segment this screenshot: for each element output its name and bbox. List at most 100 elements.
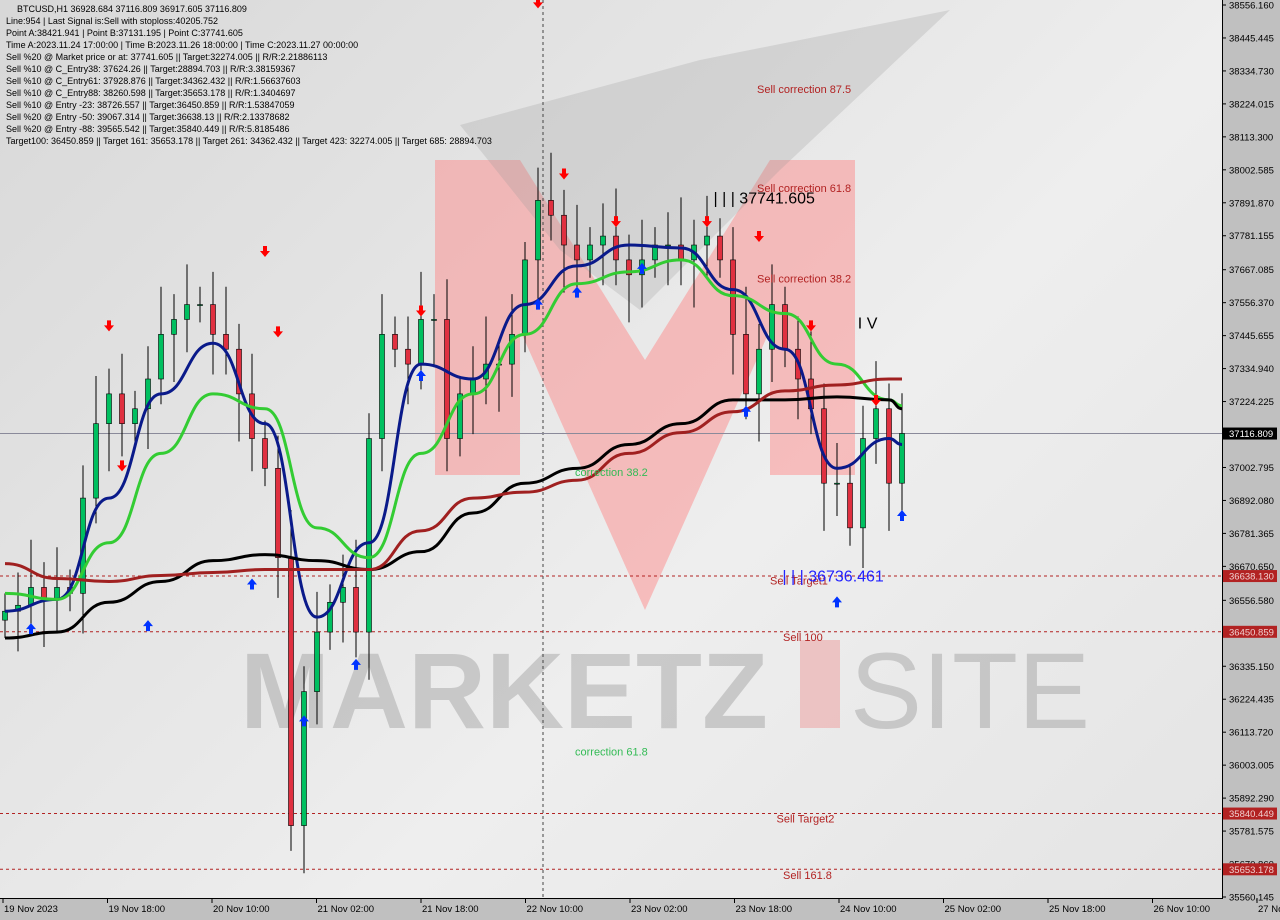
- level-price-tag: [1223, 570, 1277, 583]
- candle-body: [847, 482, 853, 529]
- buy-arrow-icon: [832, 596, 842, 608]
- info-line: Target100: 36450.859 || Target 161: 3565…: [6, 136, 492, 146]
- current-price-tag: [1223, 427, 1277, 440]
- candle-body: [873, 408, 879, 439]
- x-tick-label: 23 Nov 02:00: [631, 904, 688, 915]
- y-tick-label: 37781.155: [1229, 231, 1274, 242]
- y-tick-label: 36892.080: [1229, 496, 1274, 507]
- level-annotation: Sell Target2: [777, 814, 835, 826]
- level-price-tag: [1223, 807, 1277, 820]
- y-tick-label: 37002.795: [1229, 463, 1274, 474]
- sell-arrow-icon: [702, 216, 712, 228]
- info-line: Sell %10 @ Entry -23: 38726.557 || Targe…: [6, 100, 295, 110]
- candle-body: [522, 259, 528, 335]
- wave-label: | | | 37741.605: [714, 190, 816, 207]
- x-tick-label: 19 Nov 2023: [4, 904, 58, 915]
- y-tick-label: 37891.870: [1229, 198, 1274, 209]
- info-line: Sell %20 @ Market price or at: 37741.605…: [6, 52, 328, 62]
- candle-body: [899, 433, 905, 484]
- candle-body: [314, 631, 320, 692]
- candle-body: [431, 319, 437, 321]
- info-line: Sell %20 @ Entry -50: 39067.314 || Targe…: [6, 112, 290, 122]
- candle-body: [665, 244, 671, 247]
- candle-body: [470, 378, 476, 395]
- y-tick-label: 38556.160: [1229, 1, 1274, 12]
- candle-body: [704, 235, 710, 246]
- y-tick-label: 35670.860: [1229, 860, 1274, 871]
- info-line: Sell %20 @ Entry -88: 39565.542 || Targe…: [6, 124, 290, 134]
- level-price-label: 35840.449: [1229, 809, 1274, 820]
- candle-body: [275, 468, 281, 558]
- y-tick-label: 36113.720: [1229, 728, 1273, 739]
- level-annotation: Sell correction 87.5: [757, 84, 851, 96]
- buy-arrow-icon: [897, 509, 907, 521]
- y-tick-label: 37224.225: [1229, 397, 1274, 408]
- sell-arrow-icon: [273, 326, 283, 338]
- y-tick-label: 35781.575: [1229, 827, 1274, 838]
- level-price-tag: [1223, 863, 1277, 876]
- y-tick-label: 36335.150: [1229, 662, 1274, 673]
- candle-body: [197, 304, 203, 306]
- candle-body: [782, 304, 788, 350]
- y-tick-label: 38002.585: [1229, 165, 1274, 176]
- x-tick-label: 21 Nov 02:00: [318, 904, 375, 915]
- candle-body: [171, 319, 177, 335]
- candle-body: [587, 244, 593, 261]
- level-price-label: 36638.130: [1229, 572, 1274, 583]
- wave-label: I V: [858, 315, 878, 332]
- level-price-label: 35653.178: [1229, 865, 1274, 876]
- y-tick-label: 38445.445: [1229, 33, 1274, 44]
- info-line: Sell %10 @ C_Entry38: 37624.26 || Target…: [6, 64, 296, 74]
- info-line: Line:954 | Last Signal is:Sell with stop…: [6, 16, 218, 26]
- x-tick-label: 21 Nov 18:00: [422, 904, 479, 915]
- y-tick-label: 36003.005: [1229, 761, 1274, 772]
- candle-body: [561, 214, 567, 246]
- moving-average-line-fast_ma: [4, 243, 903, 619]
- level-price-tag: [1223, 625, 1277, 638]
- level-annotation: correction 61.8: [575, 747, 648, 759]
- x-tick-label: 19 Nov 18:00: [109, 904, 166, 915]
- candle-body: [210, 304, 216, 335]
- candle-body: [158, 334, 164, 380]
- candle-body: [756, 348, 762, 395]
- buy-arrow-icon: [351, 658, 361, 670]
- candle-body: [119, 393, 125, 424]
- y-tick-label: 36224.435: [1229, 695, 1274, 706]
- buy-arrow-icon: [572, 286, 582, 298]
- level-price-label: 36450.859: [1229, 627, 1274, 638]
- candle-body: [821, 408, 827, 484]
- x-tick-label: 24 Nov 10:00: [840, 904, 897, 915]
- candle-body: [262, 438, 268, 469]
- sell-arrow-icon: [559, 168, 569, 180]
- info-line: Sell %10 @ C_Entry88: 38260.598 || Targe…: [6, 88, 296, 98]
- buy-arrow-icon: [143, 620, 153, 632]
- candle-body: [392, 334, 398, 350]
- candle-body: [600, 235, 606, 246]
- wave-label: | | | 36736.461: [782, 568, 884, 585]
- info-line: Sell %10 @ C_Entry61: 37928.876 || Targe…: [6, 76, 301, 86]
- candle-body: [574, 244, 580, 261]
- info-line: Time A:2023.11.24 17:00:00 | Time B:2023…: [6, 40, 359, 50]
- x-tick-label: 27 Nov 02:00: [1258, 904, 1280, 915]
- chart-plot-area[interactable]: MARKETZ SITE Sell correction 87.5 Sell co…: [0, 0, 1223, 899]
- sell-arrow-icon: [611, 216, 621, 228]
- level-annotation: correction 38.2: [575, 467, 648, 479]
- y-tick-label: 37667.085: [1229, 265, 1274, 276]
- sell-arrow-icon: [104, 320, 114, 332]
- sell-arrow-icon: [260, 245, 270, 257]
- buy-arrow-icon: [533, 298, 543, 310]
- sell-arrow-icon: [117, 460, 127, 472]
- y-tick-label: 38334.730: [1229, 66, 1274, 77]
- candle-body: [886, 408, 892, 484]
- info-line: Point A:38421.941 | Point B:37131.195 | …: [6, 28, 243, 38]
- signal-info-panel: BTCUSD,H1 36928.684 37116.809 36917.605 …: [6, 3, 492, 147]
- level-annotation: Sell 161.8: [783, 870, 832, 882]
- level-annotation: Sell correction 38.2: [757, 274, 851, 286]
- candle-body: [184, 304, 190, 320]
- y-tick-label: 35560.145: [1229, 893, 1274, 904]
- candle-body: [743, 334, 749, 395]
- candle-body: [223, 334, 229, 350]
- candle-body: [340, 587, 346, 603]
- current-price-label: 37116.809: [1229, 429, 1273, 440]
- y-tick-label: 35892.290: [1229, 794, 1274, 805]
